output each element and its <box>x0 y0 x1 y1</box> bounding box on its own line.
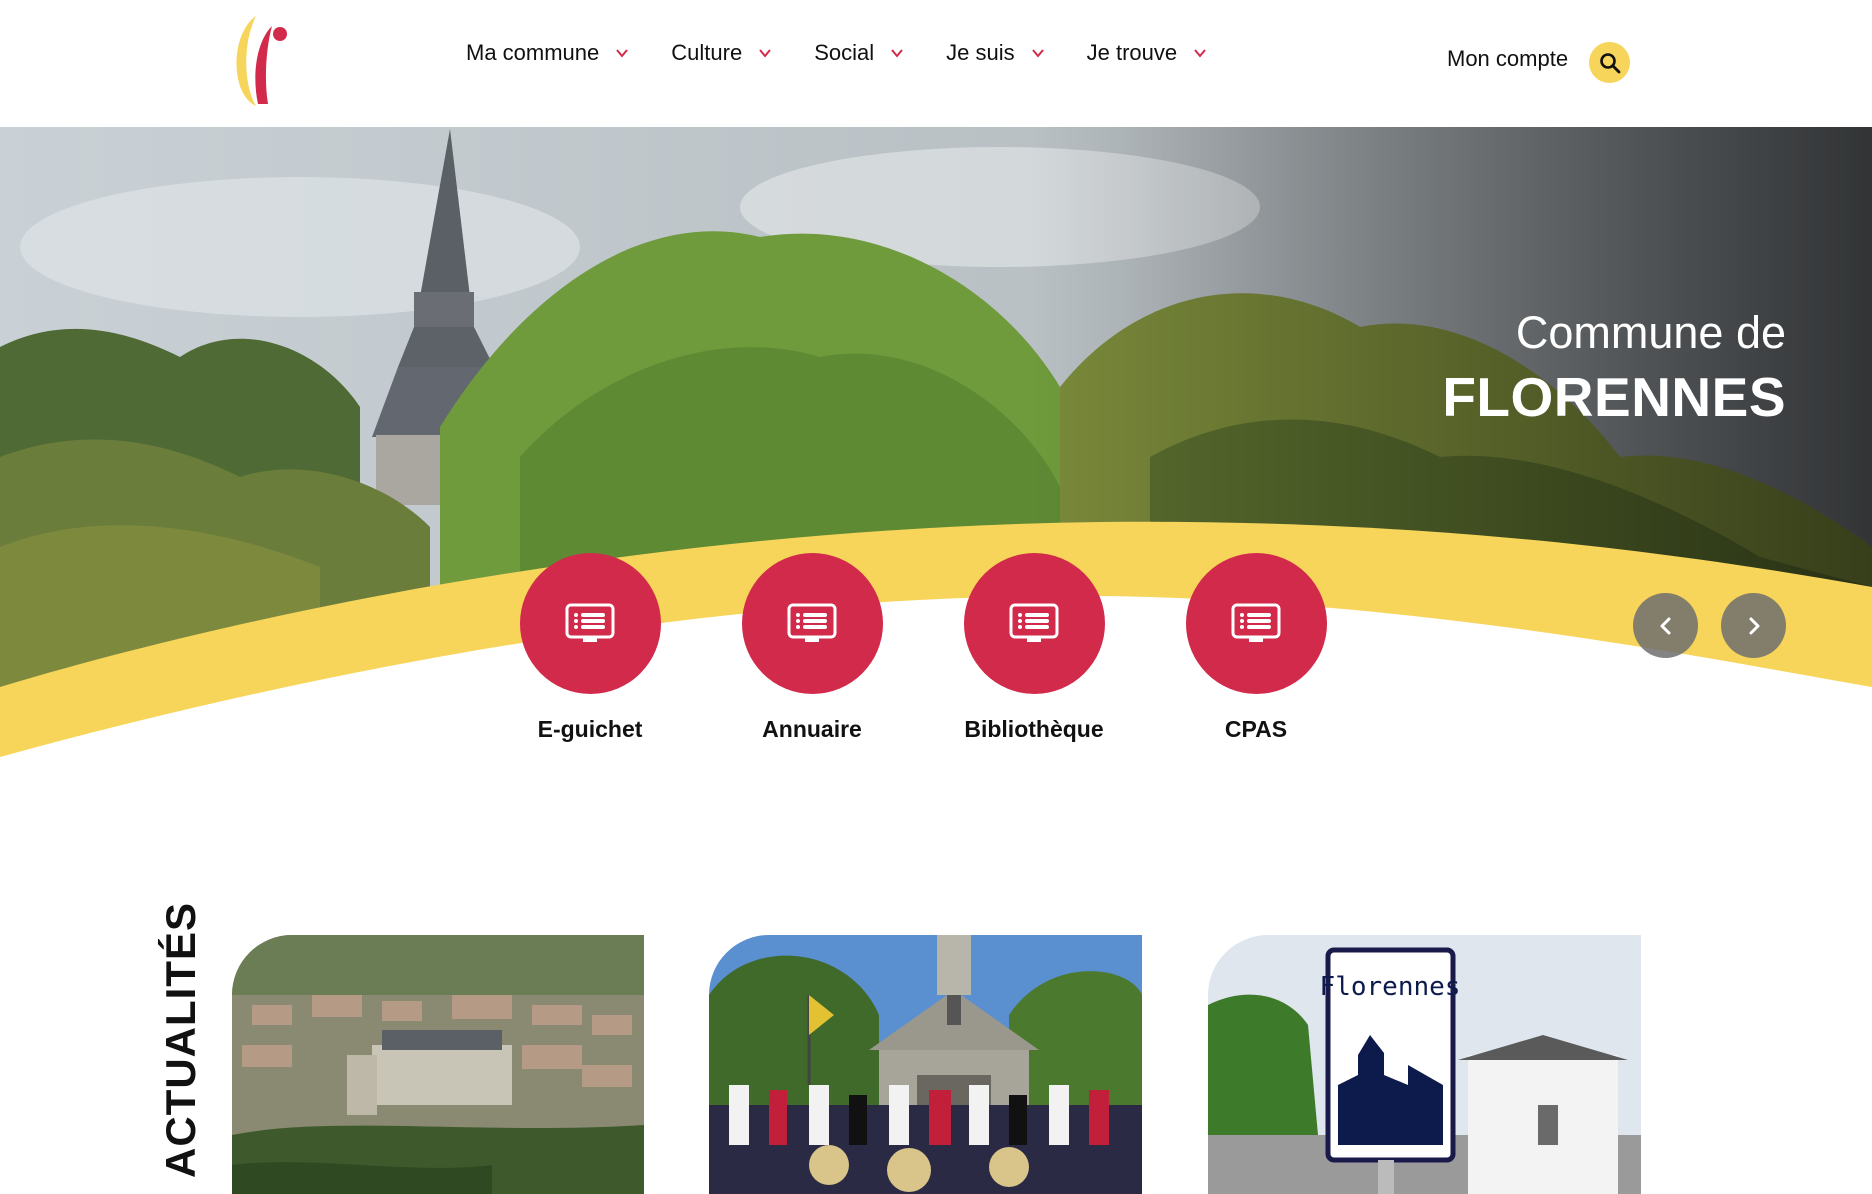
nav-ma-commune[interactable]: Ma commune <box>466 40 629 66</box>
shortcut-circle <box>741 553 883 694</box>
account-link[interactable]: Mon compte <box>1447 46 1568 72</box>
search-button[interactable] <box>1589 42 1630 83</box>
hero-title: Commune de FLORENNES <box>1442 310 1786 428</box>
news-card-image <box>709 935 1142 1194</box>
nav-label: Culture <box>671 40 743 65</box>
screen-list-icon <box>787 603 837 642</box>
search-icon <box>1599 52 1620 73</box>
shortcut-circle <box>963 553 1105 694</box>
shortcut-label: E-guichet <box>537 716 643 742</box>
main-nav: Ma commune Culture Social Je suis Je tro… <box>466 40 1249 66</box>
news-card-image <box>232 935 644 1194</box>
shortcut-bibliotheque[interactable]: Bibliothèque <box>934 553 1134 743</box>
screen-list-icon <box>1009 603 1059 642</box>
nav-label: Je suis <box>946 40 1015 65</box>
news-heading: ACTUALITÉS <box>157 902 204 1178</box>
shortcut-label: CPAS <box>1224 716 1288 742</box>
site-logo[interactable] <box>228 14 292 108</box>
news-card[interactable] <box>232 935 644 1194</box>
shortcut-label: Annuaire <box>762 716 862 742</box>
slider-prev-button[interactable] <box>1633 593 1698 658</box>
screen-list-icon <box>565 603 615 642</box>
shortcut-label: Bibliothèque <box>964 716 1104 742</box>
news-card[interactable]: Florennes <box>1208 935 1641 1194</box>
chevron-down-icon <box>1194 49 1206 58</box>
chevron-right-icon <box>1749 617 1759 634</box>
nav-culture[interactable]: Culture <box>671 40 772 66</box>
shortcut-cpas[interactable]: CPAS <box>1156 553 1356 743</box>
nav-label: Je trouve <box>1086 40 1178 65</box>
nav-je-suis[interactable]: Je suis <box>946 40 1044 66</box>
slider-next-button[interactable] <box>1721 593 1786 658</box>
chevron-left-icon <box>1660 617 1670 634</box>
chevron-down-icon <box>891 49 903 58</box>
hero-subtitle: Commune de <box>1515 307 1786 358</box>
shortcut-circle <box>519 553 661 694</box>
news-card[interactable] <box>709 935 1142 1194</box>
nav-je-trouve[interactable]: Je trouve <box>1087 40 1208 66</box>
shortcut-e-guichet[interactable]: E-guichet <box>490 553 690 743</box>
nav-label: Social <box>814 40 875 65</box>
chevron-down-icon <box>759 49 771 58</box>
nav-label: Ma commune <box>466 40 600 65</box>
chevron-down-icon <box>1031 49 1044 58</box>
shortcut-circle <box>1185 553 1327 694</box>
shortcut-annuaire[interactable]: Annuaire <box>712 553 912 743</box>
site-header: Ma commune Culture Social Je suis Je tro… <box>0 0 1872 127</box>
nav-social[interactable]: Social <box>814 40 904 66</box>
chevron-down-icon <box>616 49 629 58</box>
sign-text: Florennes <box>1320 972 1461 1002</box>
hero-heading: FLORENNES <box>1442 366 1786 428</box>
screen-list-icon <box>1231 603 1281 642</box>
news-card-image: Florennes <box>1208 935 1641 1194</box>
